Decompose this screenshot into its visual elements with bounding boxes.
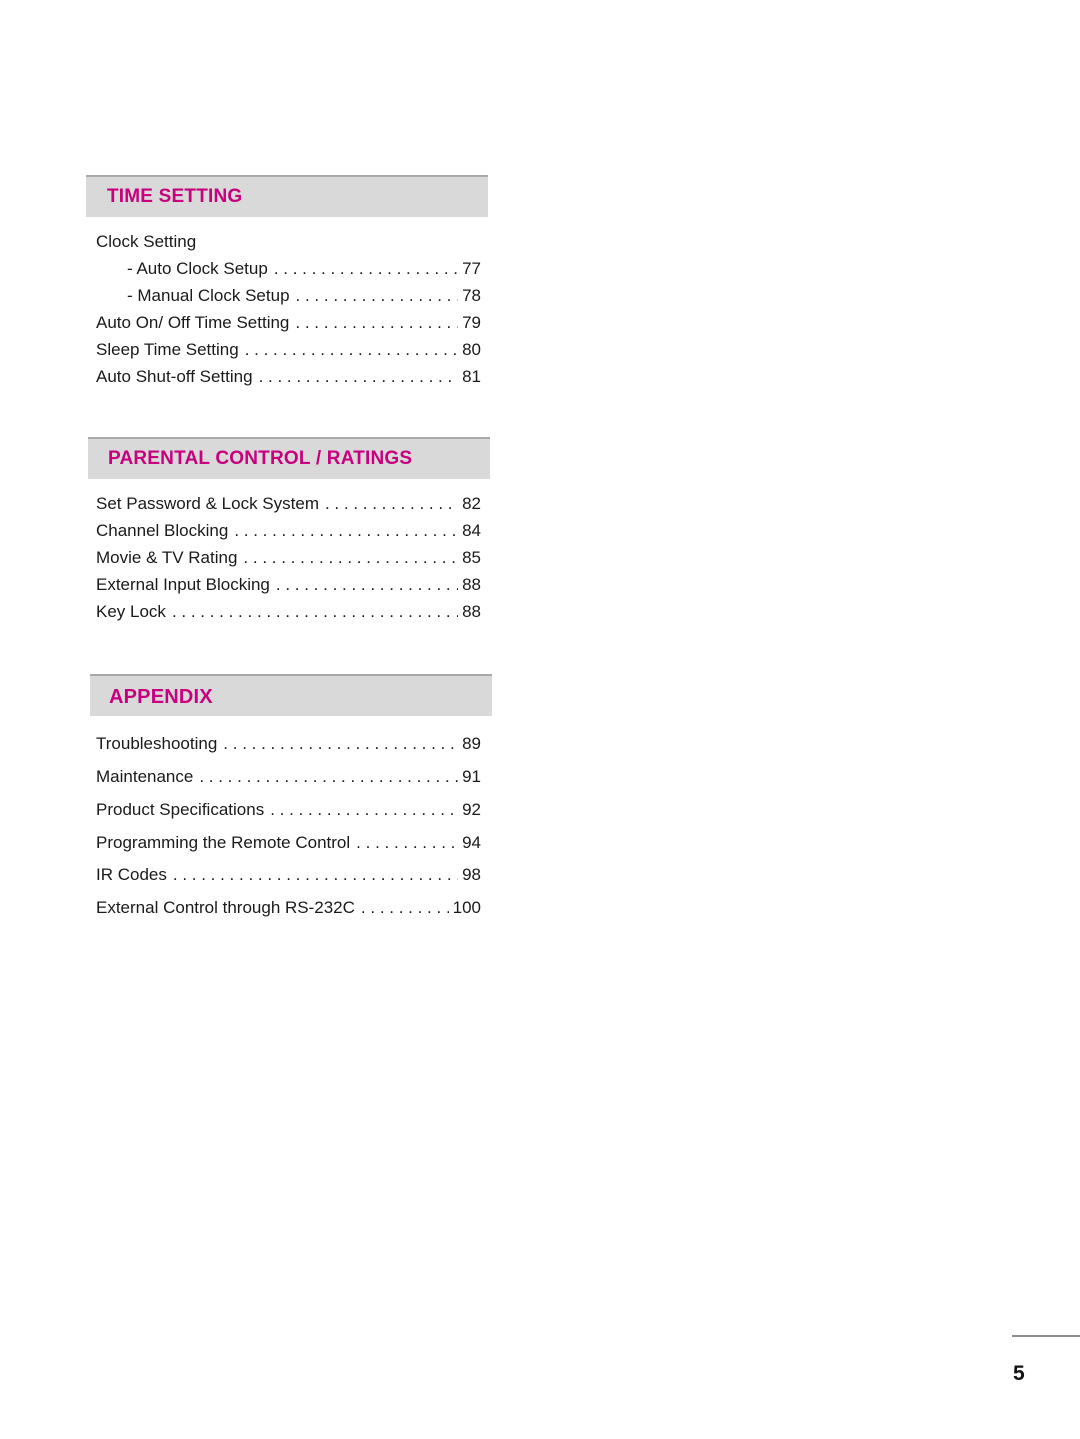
dot-leader xyxy=(223,732,458,756)
toc-entry-label: Product Specifications xyxy=(96,800,265,819)
toc-entry[interactable]: - Auto Clock Setup 77 xyxy=(96,257,481,281)
toc-group-label: Clock Setting xyxy=(96,232,197,251)
toc-entry[interactable]: IR Codes 98 xyxy=(96,863,481,887)
toc-entry[interactable]: Sleep Time Setting 80 xyxy=(96,338,481,362)
dot-leader xyxy=(276,573,458,597)
dot-leader xyxy=(234,519,458,543)
toc-entry-label: Movie & TV Rating xyxy=(96,548,238,567)
toc-entry-page: 81 xyxy=(462,367,481,386)
toc-entry-label: - Auto Clock Setup xyxy=(127,259,268,278)
toc-entry-page: 78 xyxy=(462,286,481,305)
toc-entry-label: External Control through RS-232C xyxy=(96,898,355,917)
footer-rule xyxy=(1012,1335,1080,1337)
dot-leader xyxy=(259,365,459,389)
dot-leader xyxy=(361,896,449,920)
toc-entry[interactable]: Channel Blocking 84 xyxy=(96,519,481,543)
toc-entry-label: External Input Blocking xyxy=(96,575,270,594)
toc-entry[interactable]: Auto Shut-off Setting 81 xyxy=(96,365,481,389)
dot-leader xyxy=(199,765,458,789)
toc-entry-page: 84 xyxy=(462,521,481,540)
section-header-time-setting: TIME SETTING xyxy=(86,175,488,217)
toc-entry-label: Auto On/ Off Time Setting xyxy=(96,313,290,332)
toc-entry[interactable]: Maintenance 91 xyxy=(96,765,481,789)
toc-entry-label: Set Password & Lock System xyxy=(96,494,319,513)
toc-entry-label: Key Lock xyxy=(96,602,166,621)
toc-entry-label: Programming the Remote Control xyxy=(96,833,351,852)
dot-leader xyxy=(356,831,458,855)
section-header-parental-control: PARENTAL CONTROL / RATINGS xyxy=(88,437,490,479)
section-title: TIME SETTING xyxy=(107,186,243,207)
toc-entry-page: 82 xyxy=(462,494,481,513)
toc-entry[interactable]: Movie & TV Rating 85 xyxy=(96,546,481,570)
toc-entry[interactable]: Auto On/ Off Time Setting 79 xyxy=(96,311,481,335)
toc-entry[interactable]: External Input Blocking 88 xyxy=(96,573,481,597)
dot-leader xyxy=(270,798,458,822)
toc-entry-page: 98 xyxy=(462,865,481,884)
dot-leader xyxy=(274,257,458,281)
dot-leader xyxy=(296,284,459,308)
toc-entry-label: Troubleshooting xyxy=(96,734,218,753)
toc-entry-label: Auto Shut-off Setting xyxy=(96,367,253,386)
section-header-appendix: APPENDIX xyxy=(90,674,492,716)
toc-entry-page: 88 xyxy=(462,575,481,594)
toc-entry-page: 88 xyxy=(462,602,481,621)
dot-leader xyxy=(173,863,458,887)
toc-entry[interactable]: - Manual Clock Setup 78 xyxy=(96,284,481,308)
toc-entry-label: - Manual Clock Setup xyxy=(127,286,290,305)
toc-entry[interactable]: External Control through RS-232C 100 xyxy=(96,896,481,920)
section-title: PARENTAL CONTROL / RATINGS xyxy=(108,448,413,469)
toc-entry[interactable]: Key Lock 88 xyxy=(96,600,481,624)
dot-leader xyxy=(243,546,458,570)
toc-entry-page: 79 xyxy=(462,313,481,332)
dot-leader xyxy=(325,492,458,516)
toc-entry[interactable]: Troubleshooting 89 xyxy=(96,732,481,756)
dot-leader xyxy=(172,600,458,624)
dot-leader xyxy=(245,338,458,362)
toc-entry-label: Channel Blocking xyxy=(96,521,229,540)
toc-entry-page: 80 xyxy=(462,340,481,359)
toc-entry-page: 91 xyxy=(462,767,481,786)
dot-leader xyxy=(295,311,458,335)
toc-entry[interactable]: Set Password & Lock System 82 xyxy=(96,492,481,516)
toc-entry[interactable]: Programming the Remote Control 94 xyxy=(96,831,481,855)
toc-entry-label: Maintenance xyxy=(96,767,194,786)
toc-entry[interactable]: Product Specifications 92 xyxy=(96,798,481,822)
section-title: APPENDIX xyxy=(109,686,213,708)
toc-entry-label: IR Codes xyxy=(96,865,167,884)
page-number: 5 xyxy=(1013,1362,1025,1385)
toc-entry-label: Sleep Time Setting xyxy=(96,340,239,359)
toc-entry-page: 94 xyxy=(462,833,481,852)
toc-entry-page: 77 xyxy=(462,259,481,278)
toc-entry-page: 89 xyxy=(462,734,481,753)
toc-entry-page: 100 xyxy=(452,898,481,917)
toc-entry-page: 85 xyxy=(462,548,481,567)
toc-entry-page: 92 xyxy=(462,800,481,819)
